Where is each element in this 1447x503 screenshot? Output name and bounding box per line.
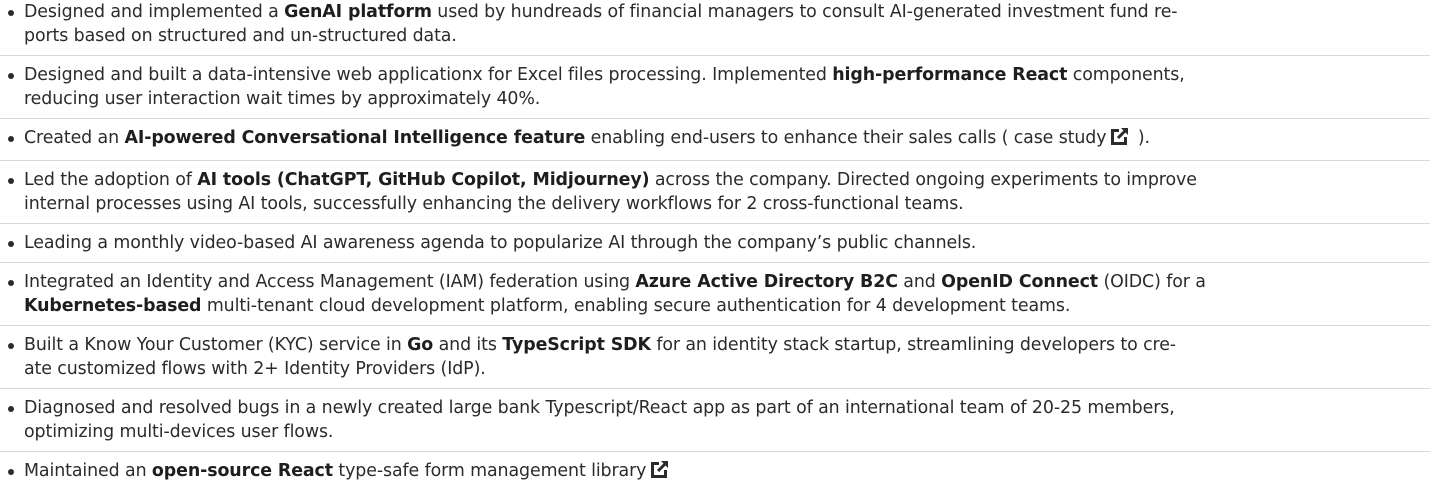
- divider: [0, 55, 1430, 56]
- body-text: Created an: [24, 128, 125, 148]
- divider: [0, 262, 1430, 263]
- body-text: ports based on structured and un-structu…: [24, 26, 457, 46]
- body-text: enabling end-users to enhance their sale…: [585, 128, 1107, 148]
- body-text: reducing user interaction wait times by …: [24, 89, 541, 109]
- list-item: Built a Know Your Customer (KYC) service…: [0, 333, 1430, 381]
- body-text: ).: [1132, 128, 1150, 148]
- body-text: Led the adoption of: [24, 170, 198, 190]
- bullet-icon: [8, 73, 14, 79]
- list-item: Maintained an open-source React type-saf…: [0, 459, 1430, 486]
- body-text: internal processes using AI tools, succe…: [24, 194, 964, 214]
- body-text: across the company. Directed ongoing exp…: [649, 170, 1197, 190]
- bullet-icon: [8, 10, 14, 16]
- list-item: Leading a monthly video-based AI awarene…: [0, 231, 1430, 255]
- body-text: for an identity stack startup, streamlin…: [650, 335, 1176, 355]
- highlight-text: AI-powered Conversational Intelligence f…: [124, 128, 586, 148]
- bullet-icon: [8, 136, 14, 142]
- bullet-icon: [8, 469, 14, 475]
- divider: [0, 451, 1430, 452]
- body-text: components,: [1067, 65, 1185, 85]
- body-text: ate customized flows with 2+ Identity Pr…: [24, 359, 486, 379]
- body-text: Maintained an: [24, 461, 152, 481]
- bullet-icon: [8, 343, 14, 349]
- highlight-text: Azure Active Directory B2C: [635, 272, 898, 292]
- divider: [0, 388, 1430, 389]
- external-link-icon[interactable]: [650, 459, 671, 486]
- list-item: Designed and built a data-intensive web …: [0, 63, 1430, 111]
- body-text: and: [897, 272, 942, 292]
- body-text: Designed and built a data-intensive web …: [24, 65, 833, 85]
- highlight-text: Kubernetes-based: [24, 296, 202, 316]
- list-item: Integrated an Identity and Access Manage…: [0, 270, 1430, 318]
- list-item: Created an AI-powered Conversational Int…: [0, 126, 1430, 153]
- highlight-text: GenAI platform: [284, 2, 432, 22]
- highlight-text: Go: [407, 335, 434, 355]
- body-text: multi-tenant cloud development platform,…: [201, 296, 1071, 316]
- list-item: Diagnosed and resolved bugs in a newly c…: [0, 396, 1430, 444]
- list-item: Led the adoption of AI tools (ChatGPT, G…: [0, 168, 1430, 216]
- bullet-icon: [8, 178, 14, 184]
- list-item: Designed and implemented a GenAI platfor…: [0, 0, 1430, 48]
- highlight-text: open-source React: [151, 461, 333, 481]
- divider: [0, 160, 1430, 161]
- body-text: Built a Know Your Customer (KYC) service…: [24, 335, 408, 355]
- highlight-text: OpenID Connect: [941, 272, 1099, 292]
- experience-bullet-list: Designed and implemented a GenAI platfor…: [0, 0, 1430, 486]
- body-text: Diagnosed and resolved bugs in a newly c…: [24, 398, 1175, 418]
- bullet-icon: [8, 280, 14, 286]
- bullet-icon: [8, 241, 14, 247]
- bullet-icon: [8, 406, 14, 412]
- body-text: Designed and implemented a: [24, 2, 285, 22]
- body-text: (OIDC) for a: [1098, 272, 1206, 292]
- divider: [0, 118, 1430, 119]
- divider: [0, 325, 1430, 326]
- highlight-text: TypeScript SDK: [502, 335, 651, 355]
- body-text: used by hundreads of financial managers …: [431, 2, 1178, 22]
- divider: [0, 223, 1430, 224]
- body-text: and its: [433, 335, 503, 355]
- body-text: Integrated an Identity and Access Manage…: [24, 272, 636, 292]
- body-text: Leading a monthly video-based AI awarene…: [24, 233, 977, 253]
- external-link-icon[interactable]: [1110, 126, 1131, 153]
- highlight-text: AI tools (ChatGPT, GitHub Copilot, Midjo…: [197, 170, 650, 190]
- highlight-text: high-performance React: [832, 65, 1068, 85]
- body-text: optimizing multi-devices user flows.: [24, 422, 334, 442]
- body-text: type-safe form management library: [332, 461, 647, 481]
